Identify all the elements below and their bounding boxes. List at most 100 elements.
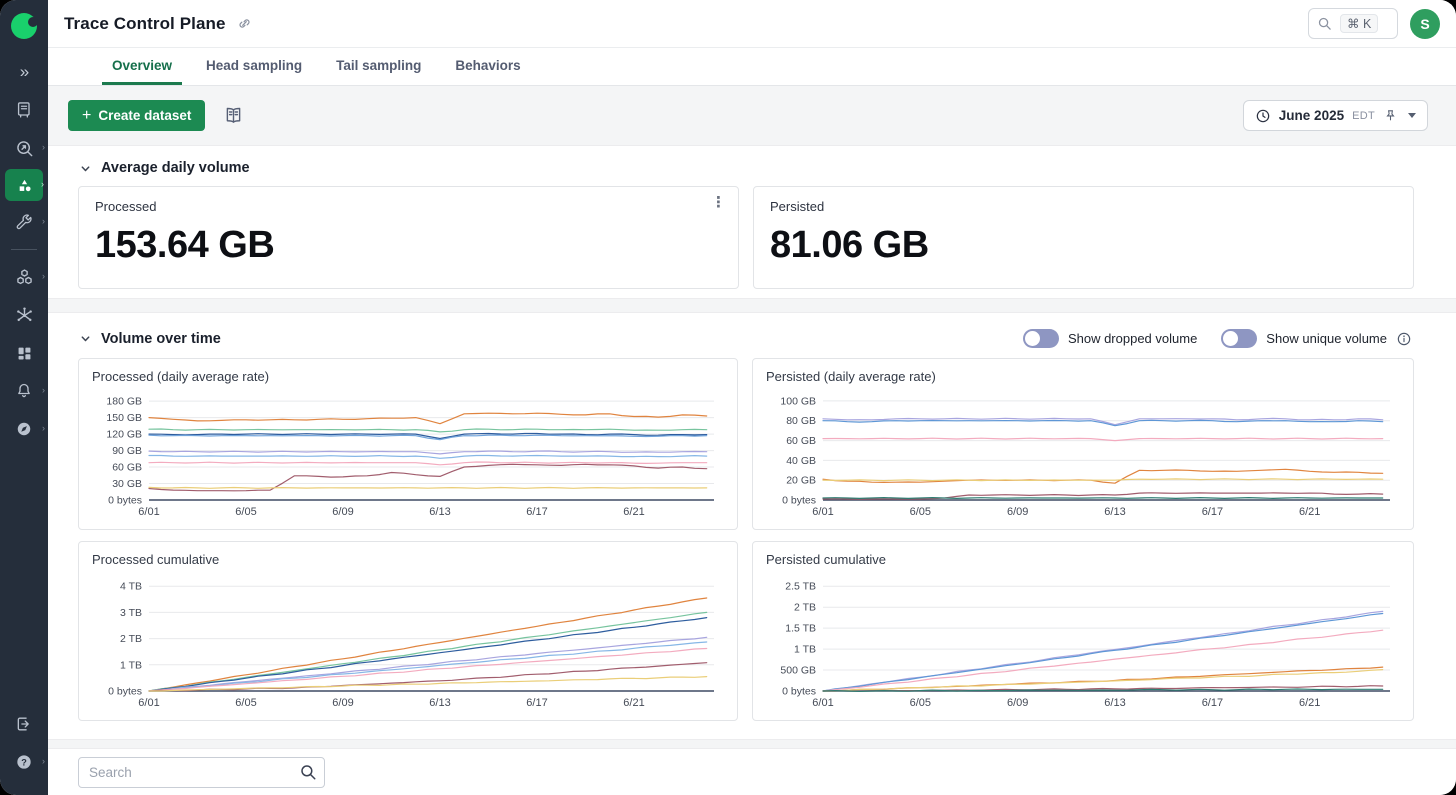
svg-text:80 GB: 80 GB <box>786 415 816 427</box>
time-range-picker[interactable]: June 2025 EDT <box>1243 100 1428 131</box>
honeycomb-logo[interactable] <box>7 9 41 43</box>
svg-text:6/17: 6/17 <box>526 697 547 709</box>
svg-text:6/05: 6/05 <box>910 697 931 709</box>
page-title: Trace Control Plane <box>64 14 226 34</box>
svg-text:6/13: 6/13 <box>429 506 450 518</box>
clock-icon <box>1255 108 1271 124</box>
svg-text:1 TB: 1 TB <box>794 644 816 656</box>
chevron-right-icon: › <box>42 142 45 152</box>
notebook-icon <box>14 100 34 120</box>
timezone-label: EDT <box>1352 110 1375 122</box>
global-search-button[interactable]: ⌘ K <box>1308 8 1398 39</box>
toggle-label: Show unique volume <box>1266 331 1387 346</box>
chart-title: Processed (daily average rate) <box>92 369 724 384</box>
persisted-cumulative-chart: Persisted cumulative 2.5 TB 2 TB 1.5 TB 1 T… <box>752 541 1414 721</box>
tab-overview[interactable]: Overview <box>102 48 182 85</box>
sidebar-item-settings[interactable]: › <box>4 205 44 239</box>
svg-text:6/17: 6/17 <box>1202 697 1223 709</box>
sidebar-item-discover[interactable]: › <box>4 412 44 446</box>
sidebar-item-datasets[interactable]: › <box>5 169 43 201</box>
tab-tail-sampling[interactable]: Tail sampling <box>326 48 431 85</box>
copy-link-button[interactable] <box>236 15 253 32</box>
chevron-right-icon: › <box>42 423 45 433</box>
svg-text:6/01: 6/01 <box>138 506 159 518</box>
svg-text:20 GB: 20 GB <box>786 475 816 487</box>
svg-text:6/21: 6/21 <box>623 506 644 518</box>
shapes-icon <box>14 175 35 196</box>
svg-text:1.5 TB: 1.5 TB <box>785 623 816 635</box>
persisted-rate-chart: Persisted (daily average rate) 100 GB80 … <box>752 358 1414 530</box>
sidebar-item-help[interactable]: ? › <box>4 745 44 779</box>
sidebar-item-sign-out[interactable] <box>4 707 44 741</box>
collapse-section-button[interactable] <box>80 333 91 344</box>
tab-behaviors[interactable]: Behaviors <box>445 48 530 85</box>
chart-plot: 100 GB80 GB60 GB40 GB20 GB0 bytes6/016/0… <box>766 386 1400 522</box>
chevron-right-icon: › <box>41 179 44 189</box>
sidebar-item-explore[interactable]: › <box>4 131 44 165</box>
sidebar-item-dashboards[interactable] <box>4 336 44 370</box>
datasets-table-section <box>48 748 1456 795</box>
chart-plot: 180 GB150 GB120 GB90 GB60 GB30 GB0 bytes… <box>92 386 724 522</box>
svg-text:6/21: 6/21 <box>623 697 644 709</box>
dataset-search-input[interactable] <box>78 757 325 788</box>
sidebar-item-service-map[interactable] <box>4 298 44 332</box>
svg-text:6/17: 6/17 <box>526 506 547 518</box>
sidebar-item-environments[interactable]: › <box>4 260 44 294</box>
svg-text:6/05: 6/05 <box>235 697 256 709</box>
sidebar-divider <box>11 249 37 250</box>
sign-out-icon <box>14 714 34 734</box>
svg-text:2.5 TB: 2.5 TB <box>785 581 816 593</box>
tab-head-sampling[interactable]: Head sampling <box>196 48 312 85</box>
svg-text:0 bytes: 0 bytes <box>782 686 816 698</box>
pin-icon[interactable] <box>1383 108 1398 123</box>
sidebar: » › › › › › <box>0 0 48 795</box>
collapse-section-button[interactable] <box>80 163 91 174</box>
show-unique-volume-toggle[interactable] <box>1221 329 1257 348</box>
chevron-right-icon: › <box>42 271 45 281</box>
section-title: Volume over time <box>101 331 221 347</box>
volume-over-time-section: Volume over time Show dropped volume Sho… <box>48 312 1456 740</box>
chevron-down-icon[interactable] <box>1408 113 1416 118</box>
search-icon <box>1317 16 1332 31</box>
chart-title: Persisted cumulative <box>766 552 1400 567</box>
header: Trace Control Plane ⌘ K S <box>48 0 1456 48</box>
search-icon <box>299 763 317 786</box>
svg-text:6/01: 6/01 <box>812 697 833 709</box>
chart-plot: 4 TB3 TB2 TB1 TB0 bytes6/016/056/096/136… <box>92 569 724 713</box>
docs-button[interactable] <box>223 105 244 126</box>
svg-text:90 GB: 90 GB <box>112 445 142 457</box>
sidebar-item-query-history[interactable] <box>4 93 44 127</box>
svg-text:3 TB: 3 TB <box>120 607 142 619</box>
metric-value: 81.06 GB <box>770 224 1397 267</box>
svg-text:6/13: 6/13 <box>429 697 450 709</box>
svg-text:6/09: 6/09 <box>332 697 353 709</box>
toolbar: + Create dataset June 2025 EDT <box>48 86 1456 145</box>
svg-text:60 GB: 60 GB <box>786 435 816 447</box>
network-hub-icon <box>14 305 35 326</box>
svg-text:0 bytes: 0 bytes <box>782 495 816 507</box>
svg-text:120 GB: 120 GB <box>106 429 142 441</box>
wrench-icon <box>14 212 34 232</box>
keyboard-shortcut: ⌘ K <box>1340 14 1378 33</box>
svg-text:6/09: 6/09 <box>1007 697 1028 709</box>
svg-text:2 TB: 2 TB <box>794 602 816 614</box>
svg-text:6/21: 6/21 <box>1299 697 1320 709</box>
svg-text:6/09: 6/09 <box>1007 506 1028 518</box>
app-window: » › › › › › <box>0 0 1456 795</box>
processed-rate-chart: Processed (daily average rate) 180 GB 150… <box>78 358 738 530</box>
sidebar-item-alerts[interactable]: › <box>4 374 44 408</box>
create-dataset-button[interactable]: + Create dataset <box>68 100 205 131</box>
svg-text:500 GB: 500 GB <box>780 665 816 677</box>
svg-text:150 GB: 150 GB <box>106 412 142 424</box>
svg-text:180 GB: 180 GB <box>106 396 142 408</box>
chart-title: Persisted (daily average rate) <box>766 369 1400 384</box>
svg-text:6/01: 6/01 <box>138 697 159 709</box>
open-book-icon <box>223 105 244 126</box>
show-dropped-volume-toggle[interactable] <box>1023 329 1059 348</box>
user-avatar[interactable]: S <box>1410 9 1440 39</box>
chevron-right-icon: › <box>42 385 45 395</box>
sidebar-expand-button[interactable]: » <box>4 55 44 89</box>
card-menu-button[interactable]: ⋮ <box>711 195 726 212</box>
bell-icon <box>14 381 34 401</box>
info-icon[interactable] <box>1396 331 1412 347</box>
